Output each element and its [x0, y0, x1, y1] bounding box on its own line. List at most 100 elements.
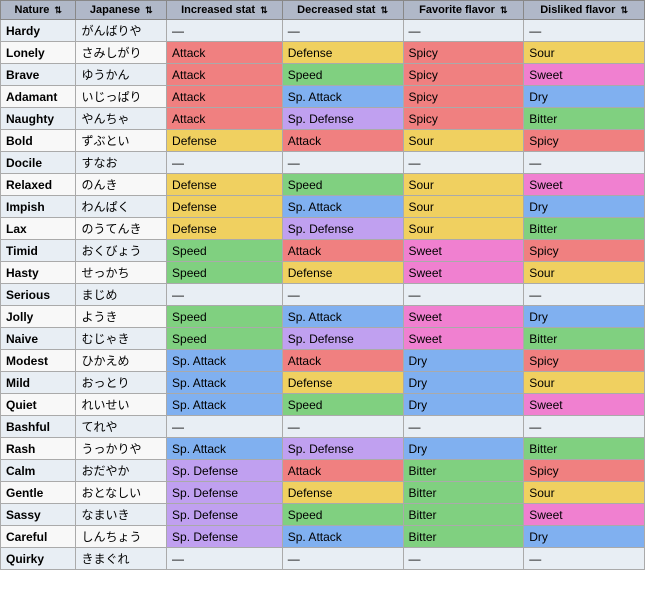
dis-flavor-cell: —	[524, 284, 645, 306]
header-japanese-label: Japanese	[90, 4, 140, 16]
inc-stat-cell: Sp. Attack	[167, 438, 283, 460]
inc-stat-cell: Sp. Defense	[167, 526, 283, 548]
fav-flavor-cell: —	[403, 284, 524, 306]
japanese-cell: いじっぱり	[76, 86, 167, 108]
nature-cell: Careful	[1, 526, 76, 548]
dec-stat-cell: Attack	[282, 350, 403, 372]
fav-flavor-cell: Sweet	[403, 306, 524, 328]
dec-stat-cell: Sp. Attack	[282, 306, 403, 328]
japanese-cell: むじゃき	[76, 328, 167, 350]
dis-flavor-cell: Sour	[524, 372, 645, 394]
japanese-cell: おっとり	[76, 372, 167, 394]
dec-stat-cell: —	[282, 416, 403, 438]
japanese-cell: せっかち	[76, 262, 167, 284]
nature-cell: Quiet	[1, 394, 76, 416]
dec-stat-cell: Speed	[282, 174, 403, 196]
nature-cell: Brave	[1, 64, 76, 86]
nature-cell: Rash	[1, 438, 76, 460]
table-row: Modest ひかえめ Sp. Attack Attack Dry Spicy	[1, 350, 645, 372]
table-row: Hardy がんばりや — — — —	[1, 20, 645, 42]
fav-flavor-cell: Dry	[403, 438, 524, 460]
dec-stat-cell: Sp. Attack	[282, 526, 403, 548]
dis-flavor-cell: Dry	[524, 196, 645, 218]
sort-icon[interactable]: ⇅	[620, 5, 628, 15]
sort-icon[interactable]: ⇅	[500, 5, 508, 15]
dis-flavor-cell: Sour	[524, 482, 645, 504]
inc-stat-cell: Attack	[167, 64, 283, 86]
japanese-cell: おとなしい	[76, 482, 167, 504]
dis-flavor-cell: Dry	[524, 306, 645, 328]
inc-stat-cell: Attack	[167, 108, 283, 130]
inc-stat-cell: Sp. Defense	[167, 460, 283, 482]
fav-flavor-cell: Bitter	[403, 482, 524, 504]
inc-stat-cell: —	[167, 284, 283, 306]
table-row: Jolly ようき Speed Sp. Attack Sweet Dry	[1, 306, 645, 328]
fav-flavor-cell: Bitter	[403, 460, 524, 482]
header-dec-stat: Decreased stat ⇅	[282, 1, 403, 20]
table-row: Naive むじゃき Speed Sp. Defense Sweet Bitte…	[1, 328, 645, 350]
header-fav-flavor: Favorite flavor ⇅	[403, 1, 524, 20]
table-row: Docile すなお — — — —	[1, 152, 645, 174]
inc-stat-cell: Speed	[167, 240, 283, 262]
japanese-cell: がんばりや	[76, 20, 167, 42]
nature-cell: Naive	[1, 328, 76, 350]
dis-flavor-cell: Bitter	[524, 108, 645, 130]
dis-flavor-cell: —	[524, 548, 645, 570]
japanese-cell: ゆうかん	[76, 64, 167, 86]
dis-flavor-cell: Bitter	[524, 438, 645, 460]
dec-stat-cell: —	[282, 152, 403, 174]
japanese-cell: わんぱく	[76, 196, 167, 218]
table-row: Relaxed のんき Defense Speed Sour Sweet	[1, 174, 645, 196]
header-nature: Nature ⇅	[1, 1, 76, 20]
nature-cell: Mild	[1, 372, 76, 394]
dis-flavor-cell: Sour	[524, 42, 645, 64]
nature-cell: Bold	[1, 130, 76, 152]
sort-icon[interactable]: ⇅	[381, 5, 389, 15]
dec-stat-cell: Defense	[282, 372, 403, 394]
fav-flavor-cell: Spicy	[403, 64, 524, 86]
dec-stat-cell: Sp. Defense	[282, 438, 403, 460]
dis-flavor-cell: Dry	[524, 86, 645, 108]
inc-stat-cell: Attack	[167, 42, 283, 64]
dis-flavor-cell: Sweet	[524, 174, 645, 196]
dec-stat-cell: Defense	[282, 42, 403, 64]
sort-icon[interactable]: ⇅	[54, 5, 62, 15]
inc-stat-cell: —	[167, 548, 283, 570]
dis-flavor-cell: Sour	[524, 262, 645, 284]
sort-icon[interactable]: ⇅	[145, 5, 153, 15]
inc-stat-cell: —	[167, 152, 283, 174]
dis-flavor-cell: Spicy	[524, 240, 645, 262]
table-row: Adamant いじっぱり Attack Sp. Attack Spicy Dr…	[1, 86, 645, 108]
dec-stat-cell: Attack	[282, 130, 403, 152]
header-japanese: Japanese ⇅	[76, 1, 167, 20]
nature-cell: Lonely	[1, 42, 76, 64]
fav-flavor-cell: Sour	[403, 130, 524, 152]
sort-icon[interactable]: ⇅	[260, 5, 268, 15]
fav-flavor-cell: Sour	[403, 218, 524, 240]
table-row: Lonely さみしがり Attack Defense Spicy Sour	[1, 42, 645, 64]
header-fav-label: Favorite flavor	[419, 4, 495, 16]
inc-stat-cell: Sp. Defense	[167, 482, 283, 504]
fav-flavor-cell: —	[403, 548, 524, 570]
dec-stat-cell: —	[282, 548, 403, 570]
dis-flavor-cell: Bitter	[524, 328, 645, 350]
dis-flavor-cell: —	[524, 416, 645, 438]
inc-stat-cell: Speed	[167, 328, 283, 350]
table-row: Bold ずぶとい Defense Attack Sour Spicy	[1, 130, 645, 152]
header-inc-label: Increased stat	[181, 4, 255, 16]
inc-stat-cell: —	[167, 416, 283, 438]
nature-cell: Timid	[1, 240, 76, 262]
dis-flavor-cell: Sweet	[524, 394, 645, 416]
inc-stat-cell: Defense	[167, 218, 283, 240]
fav-flavor-cell: Sweet	[403, 328, 524, 350]
dec-stat-cell: Speed	[282, 64, 403, 86]
dec-stat-cell: Sp. Defense	[282, 328, 403, 350]
dec-stat-cell: —	[282, 284, 403, 306]
natures-table: Nature ⇅ Japanese ⇅ Increased stat ⇅ Dec…	[0, 0, 645, 570]
dis-flavor-cell: Dry	[524, 526, 645, 548]
dec-stat-cell: Defense	[282, 482, 403, 504]
inc-stat-cell: Attack	[167, 86, 283, 108]
nature-cell: Gentle	[1, 482, 76, 504]
fav-flavor-cell: Bitter	[403, 526, 524, 548]
dis-flavor-cell: Spicy	[524, 460, 645, 482]
